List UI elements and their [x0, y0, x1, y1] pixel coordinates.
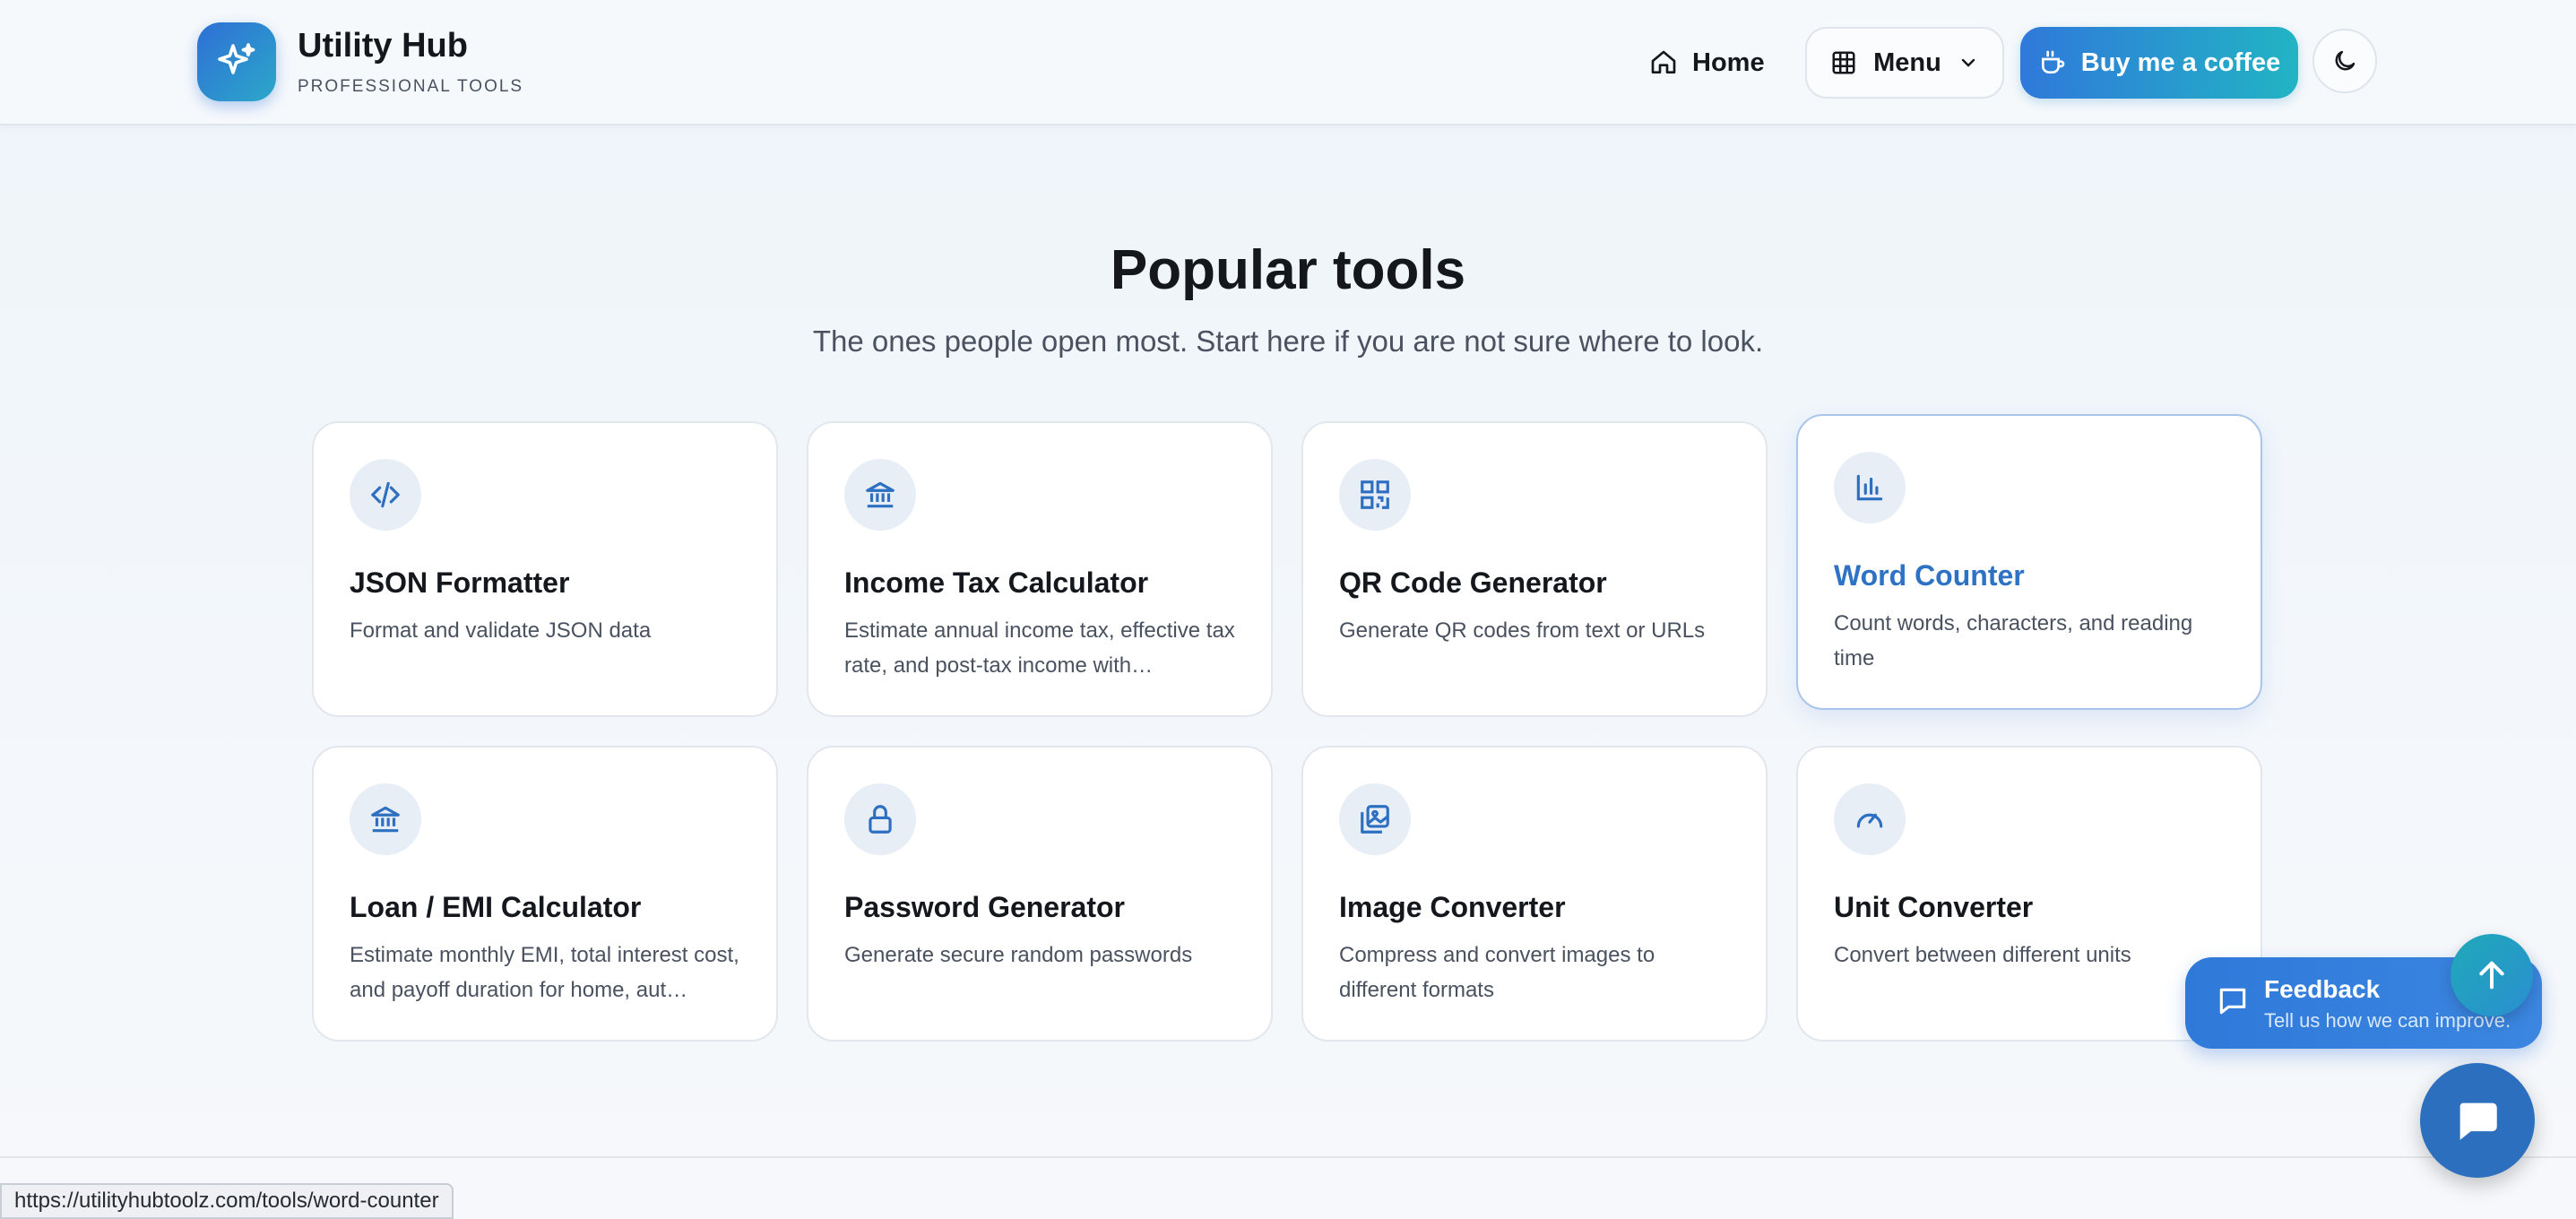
- sparkles-icon[interactable]: [197, 22, 276, 101]
- home-link[interactable]: Home: [1649, 39, 1765, 86]
- status-bar-url: https://utilityhubtoolz.com/tools/word-c…: [0, 1183, 454, 1219]
- tool-card-qr-code-generator[interactable]: QR Code Generator Generate QR codes from…: [1301, 421, 1768, 717]
- brand-subtitle: PROFESSIONAL TOOLS: [298, 77, 524, 96]
- brand-title[interactable]: Utility Hub: [298, 27, 468, 65]
- tool-card-word-counter[interactable]: Word Counter Count words, characters, an…: [1796, 414, 2262, 710]
- tool-card-description: Generate QR codes from text or URLs: [1339, 618, 1706, 643]
- coffee-button-label: Buy me a coffee: [2080, 48, 2281, 77]
- bank-icon: [350, 783, 421, 855]
- menu-button[interactable]: Menu: [1805, 27, 2004, 99]
- tool-card-title: Word Counter: [1834, 559, 2025, 592]
- tool-card-description: Estimate monthly EMI, total interest cos…: [350, 943, 739, 1002]
- tool-card-income-tax-calculator[interactable]: Income Tax Calculator Estimate annual in…: [807, 421, 1273, 717]
- feedback-subtitle: Tell us how we can improve.: [2264, 1009, 2511, 1032]
- moon-icon: [2335, 50, 2356, 71]
- tool-card-description: Compress and convert images to different…: [1339, 943, 1655, 1002]
- lock-icon: [844, 783, 916, 855]
- tool-card-image-converter[interactable]: Image Converter Compress and convert ima…: [1301, 746, 1768, 1042]
- tool-card-description: Format and validate JSON data: [350, 618, 652, 643]
- feedback-title: Feedback: [2264, 975, 2381, 1003]
- section-subtitle: The ones people open most. Start here if…: [812, 324, 1764, 358]
- top-navbar: Utility Hub PROFESSIONAL TOOLS Home Menu…: [0, 0, 2576, 125]
- coffee-icon: [2041, 50, 2065, 73]
- tool-card-password-generator[interactable]: Password Generator Generate secure rando…: [807, 746, 1273, 1042]
- arrow-up-icon: [2479, 961, 2504, 990]
- chat-button[interactable]: [2420, 1063, 2535, 1178]
- tool-card-json-formatter[interactable]: JSON Formatter Format and validate JSON …: [312, 421, 778, 717]
- section-title: Popular tools: [1110, 239, 1466, 301]
- tool-card-description: Count words, characters, and reading tim…: [1834, 611, 2193, 670]
- tool-card-description: Generate secure random passwords: [844, 943, 1193, 967]
- home-link-label: Home: [1692, 48, 1765, 77]
- theme-toggle-button[interactable]: [2312, 29, 2377, 93]
- footer-divider: [0, 1156, 2576, 1158]
- tool-card-title: Loan / EMI Calculator: [350, 891, 642, 923]
- menu-button-label: Menu: [1873, 48, 1941, 77]
- bar-chart-icon: [1834, 452, 1906, 523]
- message-square-icon: [2219, 988, 2246, 1015]
- buy-me-a-coffee-button[interactable]: Buy me a coffee: [2020, 27, 2298, 99]
- tool-card-title: QR Code Generator: [1339, 566, 1607, 599]
- chat-bubble-icon: [2459, 1102, 2497, 1140]
- tool-card-title: Password Generator: [844, 891, 1125, 923]
- code-icon: [350, 459, 421, 531]
- scroll-to-top-button[interactable]: [2451, 934, 2533, 1016]
- home-icon: [1651, 50, 1676, 73]
- tool-card-title: Income Tax Calculator: [844, 566, 1149, 599]
- tool-card-description: Convert between different units: [1834, 943, 2131, 967]
- qr-code-icon: [1339, 459, 1411, 531]
- gauge-icon: [1834, 783, 1906, 855]
- tool-card-loan-emi-calculator[interactable]: Loan / EMI Calculator Estimate monthly E…: [312, 746, 778, 1042]
- grid-icon: [1832, 51, 1855, 74]
- tool-card-title: Image Converter: [1339, 891, 1566, 923]
- tool-card-description: Estimate annual income tax, effective ta…: [844, 618, 1235, 678]
- image-gallery-icon: [1339, 783, 1411, 855]
- chevron-down-icon: [1961, 58, 1975, 67]
- bank-icon: [844, 459, 916, 531]
- tool-card-title: Unit Converter: [1834, 891, 2034, 923]
- tool-card-title: JSON Formatter: [350, 566, 570, 599]
